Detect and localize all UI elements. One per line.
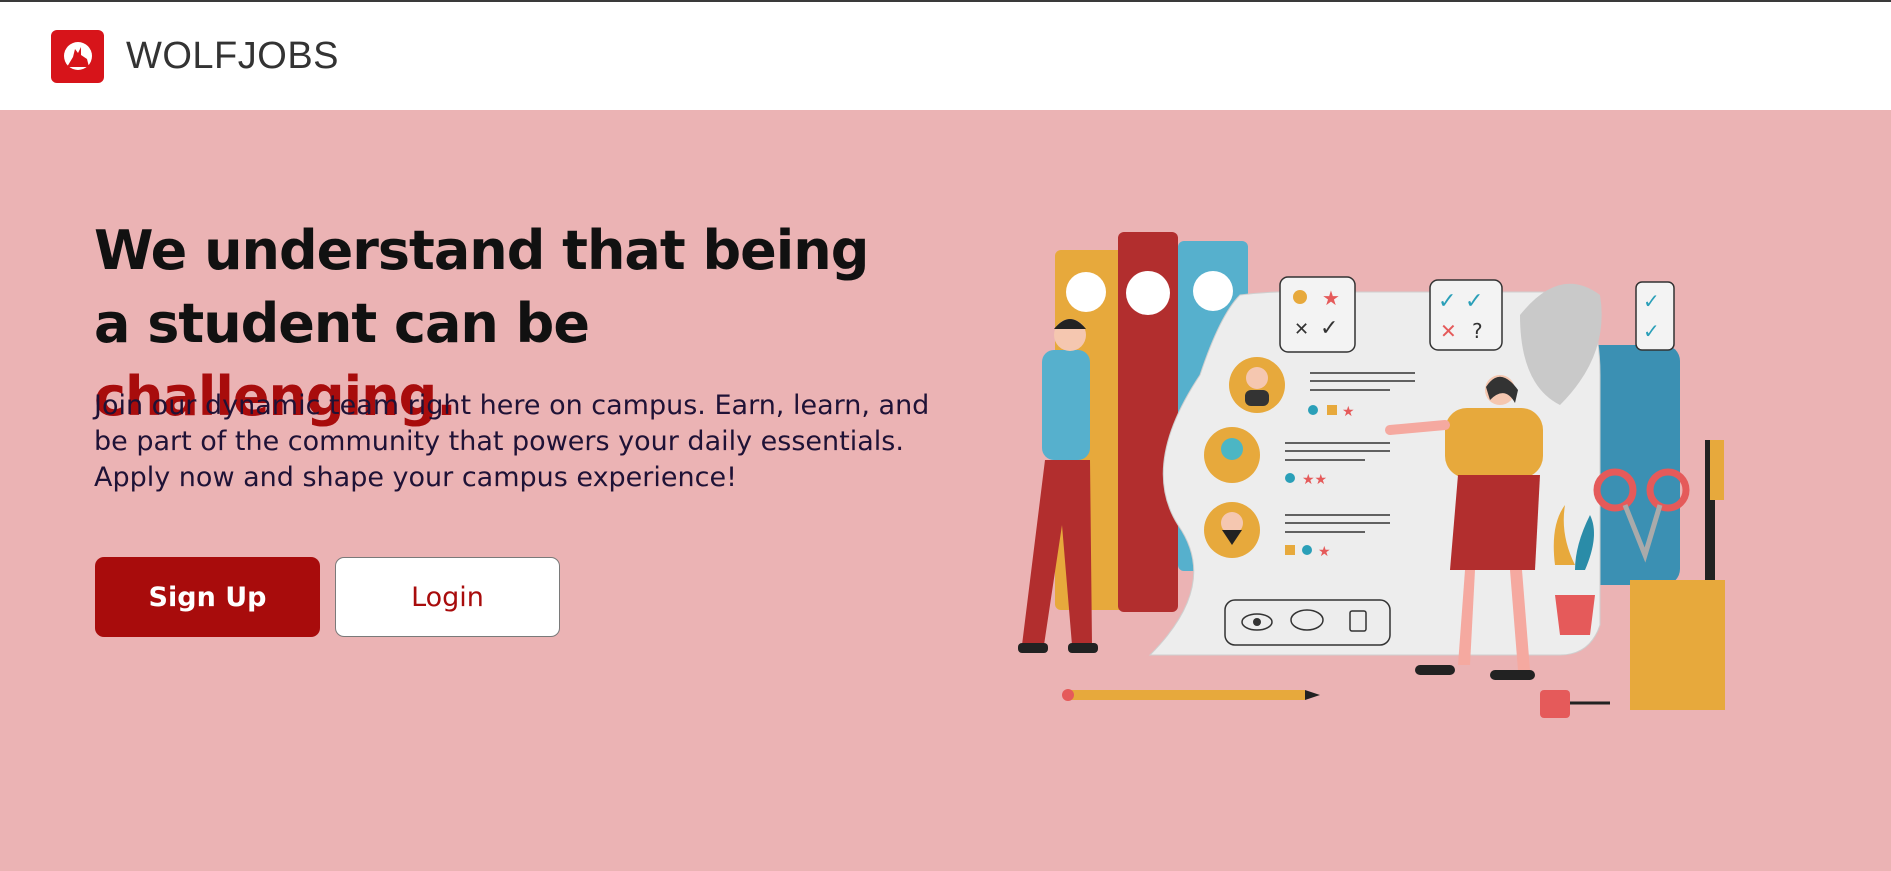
svg-text:★: ★ — [1318, 544, 1331, 560]
app-header: WOLFJOBS — [0, 2, 1891, 110]
svg-text:✕: ✕ — [1440, 319, 1457, 343]
sign-up-button[interactable]: Sign Up — [95, 557, 320, 637]
rating-card — [1279, 276, 1356, 353]
svg-text:✕: ✕ — [1294, 319, 1309, 340]
wolf-silhouette-icon — [63, 42, 92, 70]
pushpin-icon — [1540, 690, 1570, 718]
svg-text:★: ★ — [1322, 286, 1340, 310]
brand-name[interactable]: WOLFJOBS — [126, 35, 339, 78]
recruiting-team-illustration: ★ ✕ ✓ ✓ ✓ ✕ ? ✓ ✓ ★ ★★ ★ — [1018, 232, 1725, 718]
svg-text:★★: ★★ — [1302, 472, 1327, 488]
svg-text:✓: ✓ — [1643, 319, 1660, 343]
login-button[interactable]: Login — [335, 557, 560, 637]
svg-text:✓: ✓ — [1320, 316, 1338, 341]
svg-text:✓: ✓ — [1438, 289, 1456, 314]
pencil-icon — [1065, 690, 1305, 700]
svg-text:★: ★ — [1342, 404, 1355, 420]
svg-text:✓: ✓ — [1643, 289, 1660, 313]
wolf-logo-icon[interactable] — [51, 29, 104, 83]
svg-text:✓: ✓ — [1465, 289, 1483, 314]
hero-description: Join our dynamic team right here on camp… — [94, 390, 930, 493]
pencil-cup — [1630, 580, 1725, 710]
hero-title-text: We understand that being a student can b… — [94, 219, 869, 355]
svg-text:?: ? — [1472, 319, 1483, 343]
man-figure — [1042, 350, 1090, 460]
